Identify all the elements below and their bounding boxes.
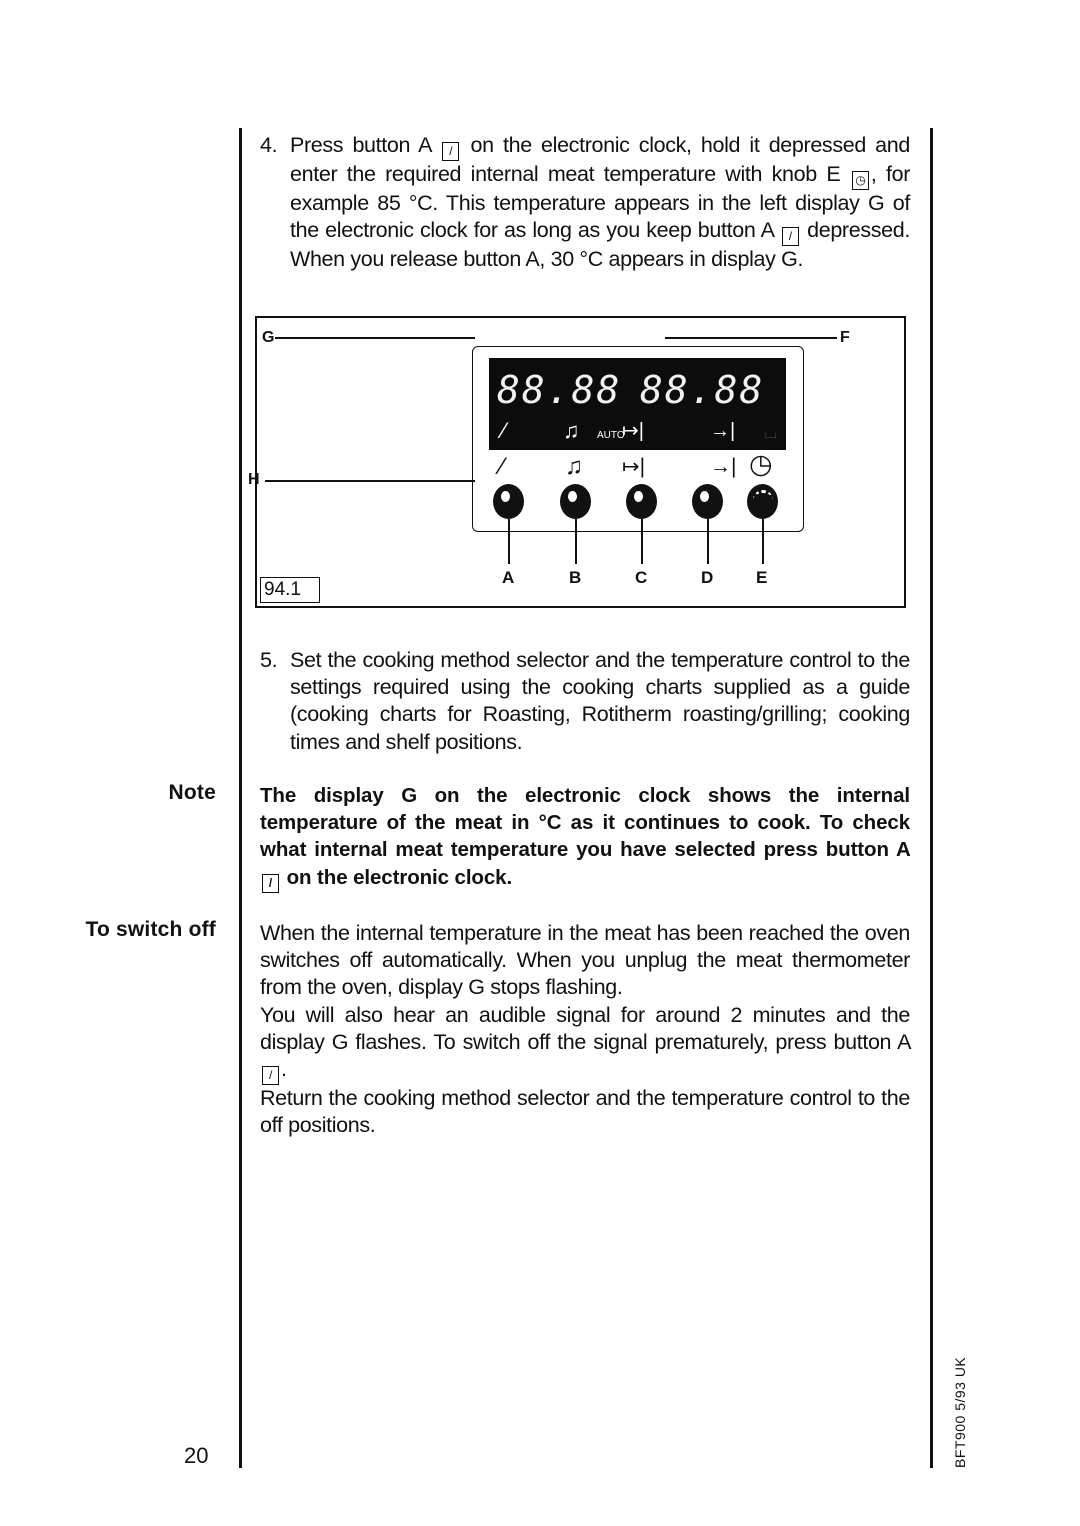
note-heading: Note (168, 781, 216, 804)
duration-icon: ↦| (622, 420, 644, 442)
pointer-line (641, 519, 643, 564)
label-d: D (701, 568, 714, 587)
label-e: E (756, 568, 768, 587)
left-display-g: 88.88 (497, 368, 622, 412)
right-column-rule (930, 128, 933, 1468)
bell-icon: ♫ (565, 453, 583, 480)
paragraph: Return the cooking method selector and t… (260, 1086, 910, 1138)
meat-probe-icon: / (262, 1066, 279, 1086)
pointer-line (508, 519, 510, 564)
button-c[interactable] (626, 484, 657, 519)
document-code: BFT900 5/93 UK (952, 1356, 968, 1468)
switch-off-heading: To switch off (85, 918, 216, 941)
knob-e[interactable] (747, 484, 778, 519)
meat-probe-icon: ⁄ (500, 453, 505, 480)
bell-icon: ♫ (563, 418, 580, 443)
step-number: 5. (260, 648, 278, 672)
right-display-f: 88.88 (640, 368, 765, 412)
step-5: 5. Set the cooking method selector and t… (260, 647, 910, 756)
label-b: B (569, 568, 582, 587)
switch-off-text: When the internal temperature in the mea… (260, 920, 910, 1139)
clock-icon: ◷ (851, 171, 869, 190)
leader-line-h (265, 480, 475, 482)
leader-line-f (665, 337, 837, 339)
pointer-line (762, 519, 764, 564)
oven-icon: ⌴ (764, 425, 777, 442)
callout-f: F (840, 329, 850, 346)
paragraph: You will also hear an audible signal for… (260, 1002, 910, 1086)
button-b[interactable] (560, 484, 591, 519)
label-c: C (635, 568, 648, 587)
leader-line-g (275, 337, 475, 339)
end-time-icon: →| (710, 455, 737, 478)
step-4: 4. Press button A / on the electronic cl… (260, 132, 910, 273)
button-a[interactable] (493, 484, 524, 519)
auto-indicator: AUTO (597, 430, 625, 441)
end-time-icon: →| (710, 420, 736, 442)
page-number: 20 (184, 1443, 209, 1468)
meat-probe-icon: / (442, 142, 460, 161)
pointer-line (707, 519, 709, 564)
step-number: 4. (260, 133, 278, 157)
button-d[interactable] (692, 484, 723, 519)
meat-probe-icon: / (781, 227, 799, 247)
pointer-line (575, 519, 577, 564)
label-a: A (502, 568, 515, 587)
figure-id: 94.1 (260, 577, 320, 603)
left-column-rule (239, 128, 242, 1468)
paragraph: When the internal temperature in the mea… (260, 921, 910, 1000)
note-text: The display G on the electronic clock sh… (260, 782, 910, 893)
meat-probe-icon: / (262, 873, 279, 893)
duration-icon: ↦| (622, 455, 646, 478)
callout-h: H (248, 471, 260, 488)
meat-probe-icon: ⁄ (502, 418, 506, 443)
clock-icon: ◷ (749, 449, 773, 479)
callout-g: G (262, 329, 275, 346)
